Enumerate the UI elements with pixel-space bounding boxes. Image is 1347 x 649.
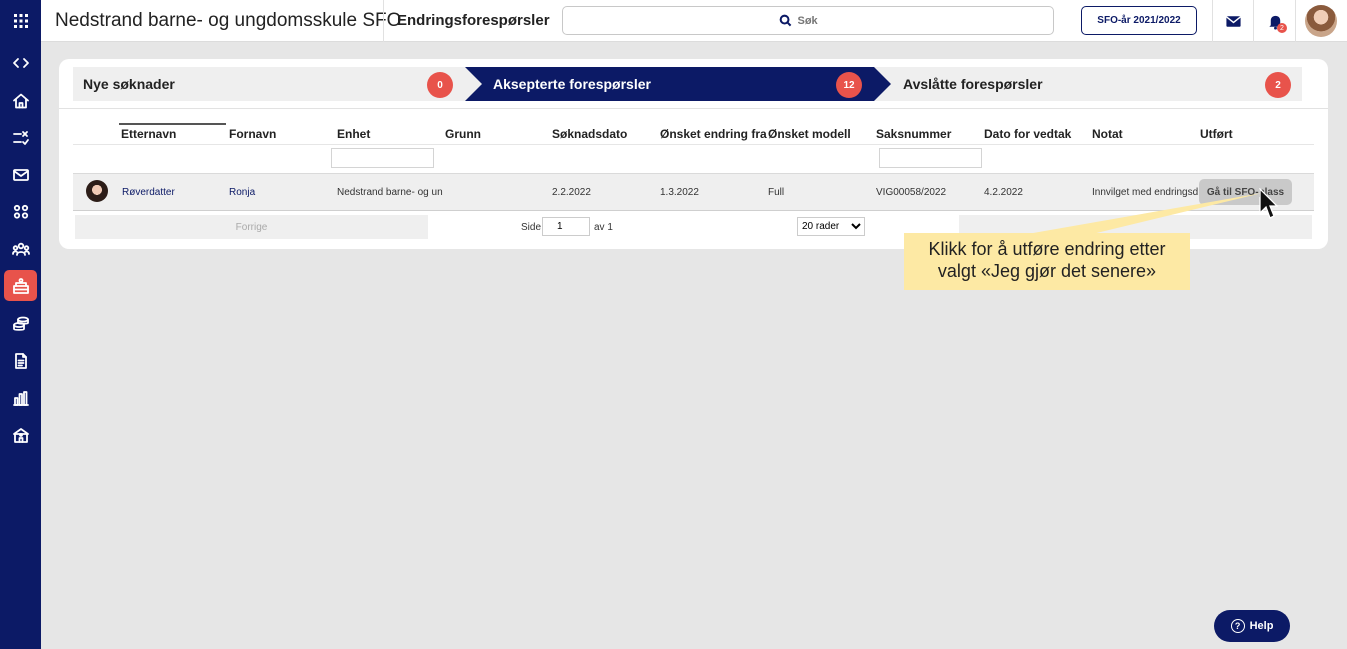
changes-icon[interactable] <box>4 122 37 153</box>
requests-card: Nye søknader 0 Aksepterte forespørsler 1… <box>59 59 1328 249</box>
column-header-saksnummer[interactable]: Saksnummer <box>876 127 951 141</box>
cell-notat: Innvilget med endringsd <box>1092 187 1199 198</box>
user-avatar[interactable] <box>1305 5 1337 37</box>
child-avatar <box>86 180 108 202</box>
divider <box>1295 0 1296 42</box>
status-steps: Nye søknader 0 Aksepterte forespørsler 1… <box>73 67 1302 101</box>
page-count-label: av 1 <box>594 222 613 233</box>
search-bar[interactable] <box>562 6 1054 35</box>
cell-onsket-endring-fra: 1.3.2022 <box>660 187 699 198</box>
step-label: Aksepterte forespørsler <box>493 76 651 92</box>
mouse-cursor-icon <box>1259 188 1278 219</box>
callout-line-1: Klikk for å utføre endring etter <box>928 239 1166 259</box>
code-toggle-icon[interactable] <box>4 47 37 78</box>
page-label: Side <box>521 222 542 233</box>
cell-onsket-modell: Full <box>768 187 785 198</box>
mail-icon[interactable] <box>4 159 37 190</box>
instruction-callout: Klikk for å utføre endring etter valgt «… <box>904 233 1190 290</box>
callout-line-2: valgt «Jeg gjør det senere» <box>937 261 1157 281</box>
page-number-input[interactable] <box>542 217 590 236</box>
tab-rejected-requests[interactable]: Avslåtte forespørsler 2 <box>891 67 1302 101</box>
document-icon[interactable] <box>4 345 37 376</box>
go-to-sfo-place-button[interactable]: Gå til SFO-plass <box>1199 179 1292 205</box>
enhet-filter-input[interactable] <box>331 148 434 168</box>
column-header-onsket-modell[interactable]: Ønsket modell <box>768 127 851 141</box>
app-title: Nedstrand barne- og ungdomsskule SFO <box>55 10 402 31</box>
count-badge: 12 <box>836 72 862 98</box>
top-bar: Nedstrand barne- og ungdomsskule SFO End… <box>41 0 1347 42</box>
sort-indicator <box>119 123 226 125</box>
school-year-button[interactable]: SFO-år 2021/2022 <box>1081 6 1197 35</box>
cell-dato-for-vedtak: 4.2.2022 <box>984 187 1023 198</box>
notification-bell-icon[interactable]: 2 <box>1265 11 1287 33</box>
notification-badge: 2 <box>1277 23 1287 33</box>
payments-icon[interactable] <box>4 308 37 339</box>
column-header-dato-for-vedtak[interactable]: Dato for vedtak <box>984 127 1071 141</box>
tab-new-applications[interactable]: Nye søknader 0 <box>73 67 465 101</box>
divider <box>1212 0 1213 42</box>
page-title: Endringsforespørsler <box>397 12 550 29</box>
search-icon <box>779 14 791 27</box>
column-header-grunn[interactable]: Grunn <box>445 127 481 141</box>
column-header-etternavn[interactable]: Etternavn <box>121 127 176 141</box>
column-header-fornavn[interactable]: Fornavn <box>229 127 276 141</box>
tab-accepted-requests[interactable]: Aksepterte forespørsler 12 <box>465 67 891 101</box>
help-label: Help <box>1249 620 1274 632</box>
messages-icon[interactable] <box>1223 11 1243 31</box>
cell-etternavn[interactable]: Røverdatter <box>122 187 175 198</box>
search-input[interactable] <box>797 14 838 27</box>
count-badge: 2 <box>1265 72 1291 98</box>
column-header-notat[interactable]: Notat <box>1092 127 1123 141</box>
rows-per-page-select[interactable]: 20 rader <box>797 217 865 236</box>
previous-page-button[interactable]: Forrige <box>75 215 428 239</box>
column-header-utfort[interactable]: Utført <box>1200 127 1233 141</box>
count-badge: 0 <box>427 72 453 98</box>
groups-icon[interactable] <box>4 233 37 264</box>
saksnummer-filter-input[interactable] <box>879 148 982 168</box>
cell-saksnummer: VIG00058/2022 <box>876 187 947 198</box>
column-header-enhet[interactable]: Enhet <box>337 127 370 141</box>
help-button[interactable]: ? Help <box>1214 610 1290 642</box>
column-header-onsket-endring-fra[interactable]: Ønsket endring fra <box>660 127 767 141</box>
statistics-icon[interactable] <box>4 382 37 413</box>
school-icon[interactable] <box>4 419 37 450</box>
step-label: Nye søknader <box>83 76 175 92</box>
divider <box>383 0 384 42</box>
column-header-soknadsdato[interactable]: Søknadsdato <box>552 127 627 141</box>
cell-soknadsdato: 2.2.2022 <box>552 187 591 198</box>
sfo-icon[interactable] <box>4 270 37 301</box>
divider <box>73 144 1314 145</box>
cell-fornavn[interactable]: Ronja <box>229 187 255 198</box>
cell-enhet: Nedstrand barne- og un <box>337 187 443 198</box>
children-icon[interactable] <box>4 196 37 227</box>
divider <box>1253 0 1254 42</box>
help-icon: ? <box>1230 619 1245 633</box>
apps-grid-icon[interactable] <box>4 5 37 36</box>
sidebar <box>0 0 41 649</box>
step-label: Avslåtte forespørsler <box>903 76 1043 92</box>
home-icon[interactable] <box>4 85 37 116</box>
divider <box>59 108 1328 109</box>
